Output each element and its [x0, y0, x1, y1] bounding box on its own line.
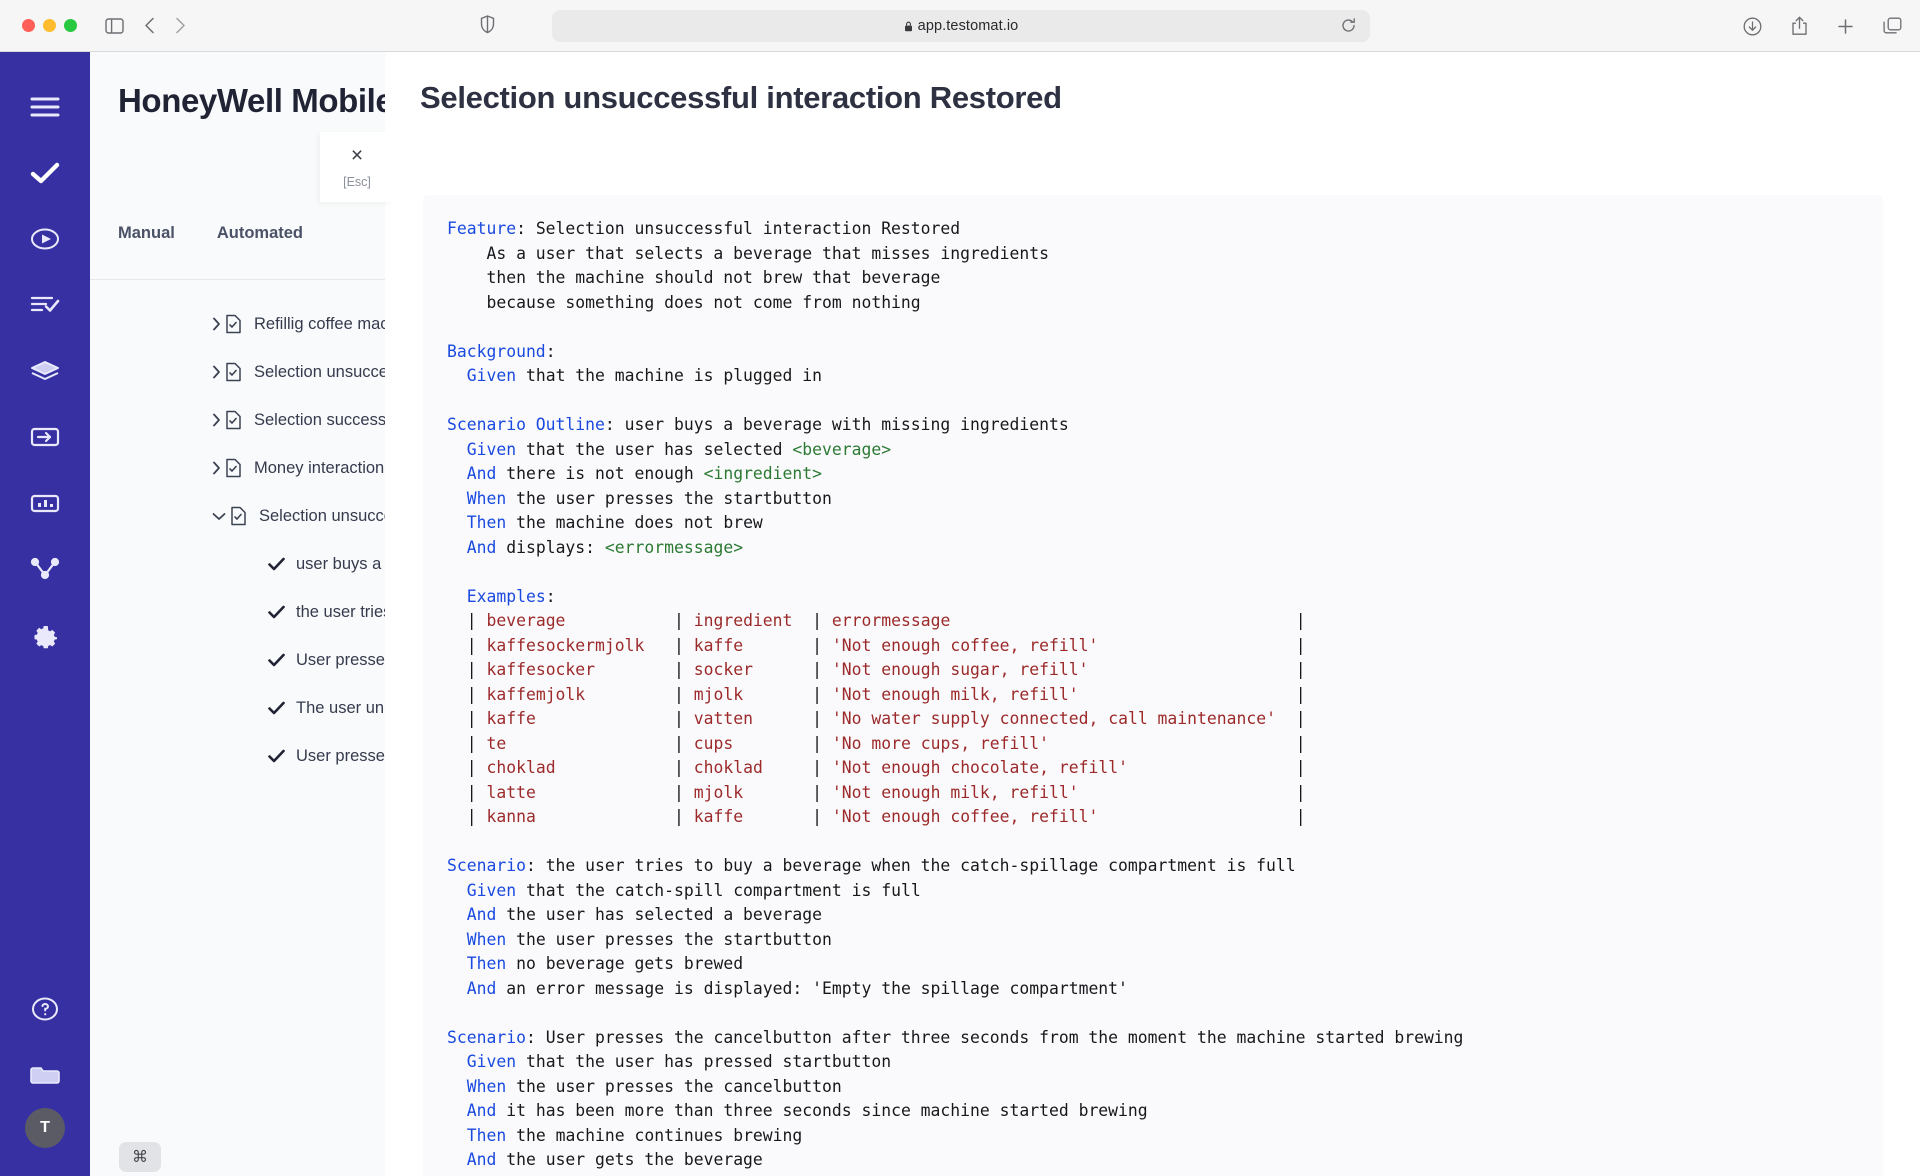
maximize-window-button[interactable] — [64, 19, 77, 32]
tree-row[interactable]: Refillig coffee machine 11 tests — [90, 300, 389, 348]
back-arrow-icon[interactable] — [144, 17, 155, 34]
suite-tree: Refillig coffee machine 11 tests Selecti… — [90, 300, 390, 780]
avatar[interactable]: T — [25, 1108, 65, 1148]
privacy-shield-icon[interactable] — [480, 15, 495, 39]
tab-overview-icon[interactable] — [1883, 17, 1902, 35]
chevron-right-icon[interactable] — [212, 317, 221, 331]
tree-row[interactable]: Money interaction 7 tests — [90, 444, 389, 492]
file-check-icon — [225, 362, 242, 382]
suites-tree-panel: HoneyWell Mobile Manual Automated Refill… — [90, 52, 390, 1176]
help-circle-icon[interactable] — [0, 976, 90, 1042]
suite-label: Selection successful interaction — [254, 410, 389, 429]
feature-title: Selection unsuccessful interaction Resto… — [420, 80, 1062, 115]
tree-row[interactable]: Selection unsuccessful interaction Resto… — [90, 492, 389, 540]
test-label: User presses the cancelbutton after thre… — [296, 650, 390, 669]
test-label: the user tries to buy a beverage when th… — [296, 602, 390, 621]
chart-icon[interactable] — [0, 470, 90, 536]
file-check-icon — [225, 458, 242, 478]
page-title: HoneyWell Mobile — [118, 82, 390, 119]
import-icon[interactable] — [0, 404, 90, 470]
tabs-divider — [90, 279, 389, 280]
download-icon[interactable] — [1743, 17, 1762, 36]
tab-manual[interactable]: Manual — [118, 224, 175, 257]
url-text-wrapper: app.testomat.io — [904, 18, 1019, 34]
test-label: The user unplugs the water during the br… — [296, 698, 389, 717]
close-icon[interactable]: × — [351, 145, 363, 166]
folder-icon[interactable] — [0, 1042, 90, 1108]
url-field[interactable]: app.testomat.io — [552, 10, 1370, 42]
check-icon — [268, 701, 285, 715]
gear-icon[interactable] — [0, 602, 90, 668]
command-key-badge[interactable]: ⌘ — [119, 1142, 161, 1172]
check-icon — [268, 653, 285, 667]
file-check-icon — [225, 410, 242, 430]
view-tabs: Manual Automated — [118, 224, 303, 257]
branch-icon[interactable] — [0, 536, 90, 602]
check-icon — [268, 605, 285, 619]
list-check-icon[interactable] — [0, 272, 90, 338]
tree-row[interactable]: Selection unsuccessful interaction — [90, 348, 389, 396]
check-icon — [268, 749, 285, 763]
suite-label: Selection unsuccessful interaction Resto… — [259, 506, 389, 525]
suite-label: Refillig coffee machine — [254, 314, 389, 333]
list-item[interactable]: User presses two buttons at the same tim… — [90, 732, 390, 780]
chevron-down-icon[interactable] — [212, 512, 226, 521]
chevron-right-icon[interactable] — [212, 365, 221, 379]
feature-viewer: Selection unsuccessful interaction Resto… — [385, 52, 1920, 1176]
browser-toolbar: app.testomat.io — [0, 0, 1920, 52]
check-icon — [268, 557, 285, 571]
url-value: app.testomat.io — [917, 18, 1019, 34]
chevron-right-icon[interactable] — [212, 413, 221, 427]
suite-label: Money interaction — [254, 458, 385, 477]
minimize-window-button[interactable] — [43, 19, 56, 32]
play-circle-icon[interactable] — [0, 206, 90, 272]
file-check-icon — [225, 314, 242, 334]
list-item[interactable]: user buys a beverage with missing ingred… — [90, 540, 389, 588]
address-bar[interactable]: app.testomat.io — [480, 10, 1370, 42]
test-label: user buys a beverage with missing ingred… — [296, 554, 389, 573]
gherkin-source: Feature: Selection unsuccessful interact… — [447, 219, 1464, 1169]
close-window-button[interactable] — [22, 19, 35, 32]
file-check-icon — [230, 506, 247, 526]
window-traffic-lights[interactable] — [22, 19, 77, 32]
gherkin-code-card: Feature: Selection unsuccessful interact… — [423, 195, 1883, 1176]
close-hint: [Esc] — [343, 175, 371, 189]
menu-icon[interactable] — [0, 74, 90, 140]
suite-label: Selection unsuccessful interaction — [254, 362, 389, 381]
list-item[interactable]: User presses the cancelbutton after thre… — [90, 636, 390, 684]
tree-row[interactable]: Selection successful interaction — [90, 396, 389, 444]
forward-arrow-icon[interactable] — [175, 17, 186, 34]
sidebar-toggle-icon[interactable] — [105, 17, 124, 34]
share-icon[interactable] — [1791, 16, 1808, 36]
list-item[interactable]: The user unplugs the water during the br… — [90, 684, 389, 732]
chevron-right-icon[interactable] — [212, 461, 221, 475]
close-panel-button[interactable]: × [Esc] — [320, 132, 394, 202]
layers-icon[interactable] — [0, 338, 90, 404]
test-label: User presses two buttons at the same tim… — [296, 746, 390, 765]
app-sidebar: T — [0, 52, 90, 1176]
lock-icon — [904, 21, 913, 32]
plus-icon[interactable] — [1837, 18, 1854, 35]
checkmark-icon[interactable] — [0, 140, 90, 206]
tab-automated[interactable]: Automated — [217, 224, 303, 257]
list-item[interactable]: the user tries to buy a beverage when th… — [90, 588, 390, 636]
reload-icon[interactable] — [1341, 18, 1356, 38]
